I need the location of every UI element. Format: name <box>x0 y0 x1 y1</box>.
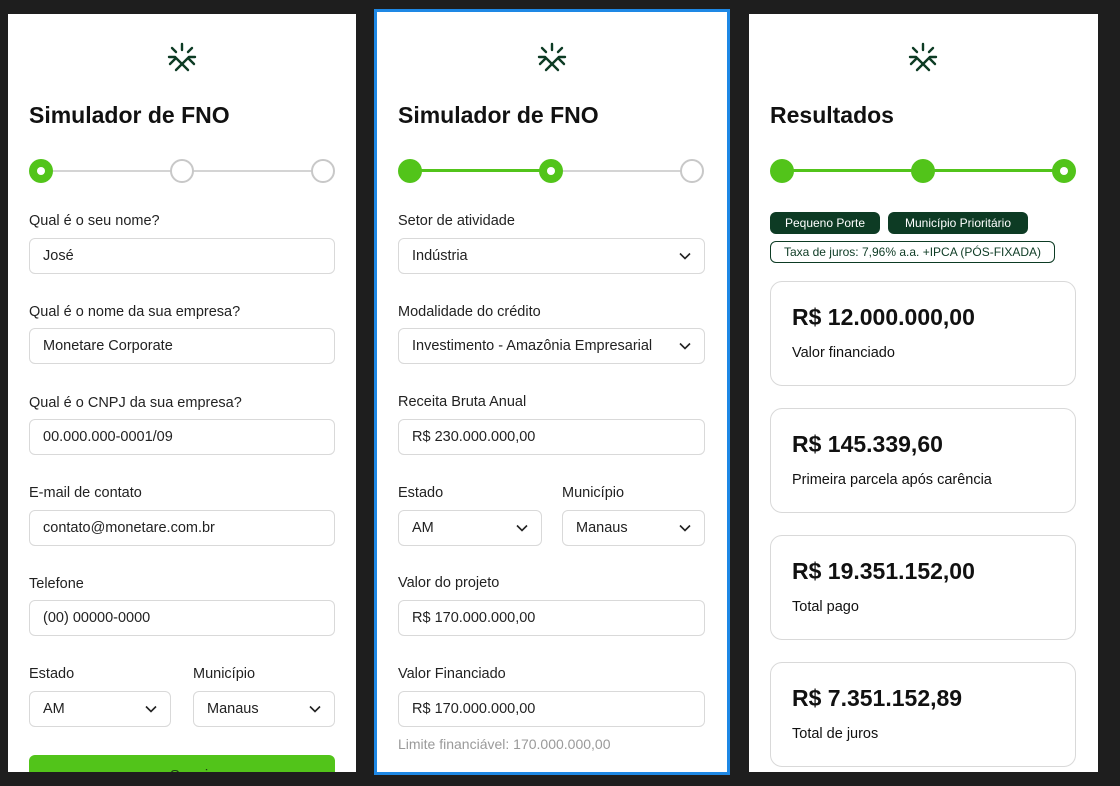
chevron-down-icon <box>679 524 691 532</box>
financed-value-input[interactable]: R$ 170.000.000,00 <box>398 691 705 727</box>
sector-select[interactable]: Indústria <box>398 238 705 274</box>
step-1-dot <box>398 159 422 183</box>
next-button[interactable]: → Seguir <box>29 755 335 772</box>
state-label: Estado <box>398 485 444 501</box>
project-value-label: Valor do projeto <box>398 575 500 591</box>
stepper-track <box>551 170 692 172</box>
stepper-track-done <box>410 169 551 172</box>
result-card-total-paid: R$ 19.351.152,00 Total pago <box>770 535 1076 640</box>
logo-icon <box>167 42 197 72</box>
state-select[interactable]: AM <box>29 691 171 727</box>
result-label: Valor financiado <box>792 345 895 361</box>
city-label: Município <box>193 666 256 682</box>
cnpj-input[interactable]: 00.000.000-0001/09 <box>29 419 335 455</box>
screen-personal-data: Simulador de FNO Qual é o seu nome? José… <box>8 14 356 772</box>
result-card-total-interest: R$ 7.351.152,89 Total de juros <box>770 662 1076 767</box>
result-card-first-installment: R$ 145.339,60 Primeira parcela após carê… <box>770 408 1076 513</box>
sector-label: Setor de atividade <box>398 213 515 229</box>
phone-input[interactable]: (00) 00000-0000 <box>29 600 335 636</box>
result-label: Primeira parcela após carência <box>792 472 992 488</box>
email-input[interactable]: contato@monetare.com.br <box>29 510 335 546</box>
cnpj-label: Qual é o CNPJ da sua empresa? <box>29 395 242 411</box>
result-label: Total pago <box>792 599 859 615</box>
project-value-input[interactable]: R$ 170.000.000,00 <box>398 600 705 636</box>
chevron-down-icon <box>145 705 157 713</box>
logo-icon <box>537 42 567 72</box>
step-2-dot <box>170 159 194 183</box>
step-1-dot <box>770 159 794 183</box>
page-title: Simulador de FNO <box>398 102 599 128</box>
company-label: Qual é o nome da sua empresa? <box>29 304 241 320</box>
state-select[interactable]: AM <box>398 510 542 546</box>
step-3-dot <box>311 159 335 183</box>
progress-stepper <box>29 159 335 183</box>
step-3-dot <box>1052 159 1076 183</box>
interest-rate-badge: Taxa de juros: 7,96% a.a. +IPCA (PÓS-FIX… <box>770 241 1055 263</box>
company-size-badge: Pequeno Porte <box>770 212 880 234</box>
result-amount: R$ 19.351.152,00 <box>792 558 975 584</box>
page-title: Simulador de FNO <box>29 102 230 128</box>
city-select[interactable]: Manaus <box>193 691 335 727</box>
revenue-label: Receita Bruta Anual <box>398 394 527 410</box>
city-select[interactable]: Manaus <box>562 510 705 546</box>
progress-stepper <box>770 159 1076 183</box>
name-label: Qual é o seu nome? <box>29 213 160 229</box>
chevron-down-icon <box>679 342 691 350</box>
financing-limit-hint: Limite financiável: 170.000.000,00 <box>398 736 611 752</box>
result-amount: R$ 145.339,60 <box>792 431 943 457</box>
result-card-financed: R$ 12.000.000,00 Valor financiado <box>770 281 1076 386</box>
email-label: E-mail de contato <box>29 485 142 501</box>
result-label: Total de juros <box>792 726 879 742</box>
step-2-dot <box>539 159 563 183</box>
screen-results: Resultados Pequeno Porte Município Prior… <box>749 14 1098 772</box>
priority-municipality-badge: Município Prioritário <box>888 212 1028 234</box>
modality-label: Modalidade do crédito <box>398 304 541 320</box>
progress-stepper <box>398 159 704 183</box>
result-amount: R$ 12.000.000,00 <box>792 304 975 330</box>
chevron-down-icon <box>309 705 321 713</box>
step-1-dot <box>29 159 53 183</box>
phone-label: Telefone <box>29 576 84 592</box>
revenue-input[interactable]: R$ 230.000.000,00 <box>398 419 705 455</box>
page-title: Resultados <box>770 102 894 128</box>
step-3-dot <box>680 159 704 183</box>
step-2-dot <box>911 159 935 183</box>
result-amount: R$ 7.351.152,89 <box>792 685 963 711</box>
financed-value-label: Valor Financiado <box>398 666 506 682</box>
state-label: Estado <box>29 666 75 682</box>
company-input[interactable]: Monetare Corporate <box>29 328 335 364</box>
modality-select[interactable]: Investimento - Amazônia Empresarial <box>398 328 705 364</box>
chevron-down-icon <box>516 524 528 532</box>
logo-icon <box>908 42 938 72</box>
chevron-down-icon <box>679 252 691 260</box>
city-label: Município <box>562 485 625 501</box>
name-input[interactable]: José <box>29 238 335 274</box>
screen-credit-data: Simulador de FNO Setor de atividade Indú… <box>374 9 730 775</box>
